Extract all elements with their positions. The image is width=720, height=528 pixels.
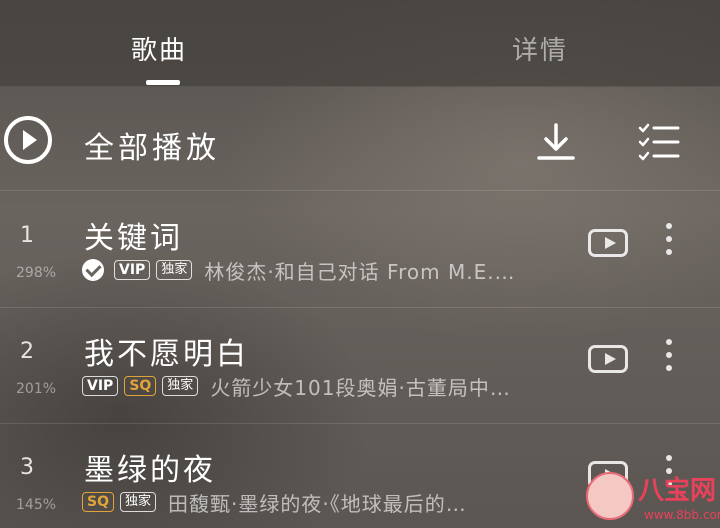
song-artist-album: 田馥甄·墨绿的夜·《地球最后的…: [168, 491, 467, 516]
song-index: 2: [20, 339, 34, 364]
play-all-button[interactable]: 全部播放: [84, 123, 220, 167]
watermark-name: 八宝网: [638, 476, 717, 506]
song-meta: VIP 独家 林俊杰·和自己对话 From M.E.…: [82, 257, 516, 284]
song-title: 我不愿明白: [84, 337, 249, 372]
song-heat: 145%: [16, 497, 57, 513]
more-options-icon[interactable]: [664, 339, 674, 379]
sq-badge: SQ: [82, 492, 114, 512]
player-screen: 歌曲 详情 全部播放 1 298% 关键词 VIP 独家 林俊杰·和自己对话 F…: [0, 0, 720, 528]
song-heat: 298%: [16, 265, 57, 281]
song-row[interactable]: 1 298% 关键词 VIP 独家 林俊杰·和自己对话 From M.E.…: [0, 191, 720, 308]
play-all-row: 全部播放: [0, 96, 720, 191]
watermark-mascot-icon: [586, 472, 634, 520]
download-icon[interactable]: [536, 122, 576, 162]
song-artist-album: 火箭少女101段奥娟·古董局中…: [210, 375, 511, 400]
song-meta: VIP SQ 独家 火箭少女101段奥娟·古董局中…: [82, 373, 511, 400]
song-title: 墨绿的夜: [84, 453, 216, 488]
song-heat: 201%: [16, 381, 57, 397]
song-title: 关键词: [84, 221, 183, 256]
sq-badge: SQ: [124, 376, 157, 396]
song-row[interactable]: 2 201% 我不愿明白 VIP SQ 独家 火箭少女101段奥娟·古董局中…: [0, 307, 720, 424]
song-index: 1: [20, 223, 34, 248]
tab-songs[interactable]: 歌曲: [131, 30, 187, 67]
mv-play-icon[interactable]: [588, 229, 628, 257]
watermark-url: www.8bb.com: [644, 508, 720, 522]
song-artist-album: 林俊杰·和自己对话 From M.E.…: [204, 259, 516, 284]
exclusive-badge: 独家: [119, 492, 156, 512]
song-index: 3: [20, 455, 34, 480]
vip-badge: VIP: [114, 260, 151, 280]
play-circle-icon[interactable]: [4, 116, 52, 164]
tab-details[interactable]: 详情: [512, 30, 568, 67]
more-options-icon[interactable]: [664, 223, 674, 263]
active-tab-indicator: [146, 80, 180, 85]
exclusive-badge: 独家: [156, 260, 193, 280]
watermark-logo: 八宝网 www.8bb.com: [586, 466, 720, 528]
vip-badge: VIP: [82, 376, 119, 396]
song-meta: SQ 独家 田馥甄·墨绿的夜·《地球最后的…: [82, 489, 467, 516]
downloaded-check-icon: [82, 259, 104, 281]
mv-play-icon[interactable]: [588, 345, 628, 373]
tab-bar: 歌曲 详情: [0, 0, 720, 87]
multi-select-list-icon[interactable]: [638, 122, 680, 162]
exclusive-badge: 独家: [162, 376, 199, 396]
